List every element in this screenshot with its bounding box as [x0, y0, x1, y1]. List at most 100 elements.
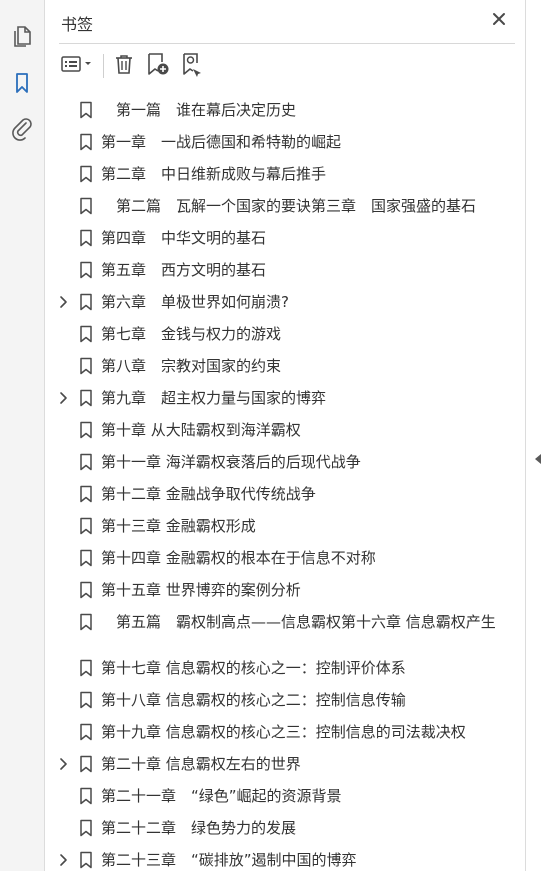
chevron-right-icon[interactable] [57, 294, 69, 310]
chevron-right-icon[interactable] [57, 756, 69, 772]
bookmark-icon [79, 691, 93, 709]
bookmark-label: 第六章 单极世界如何崩溃? [101, 293, 289, 311]
bookmark-label: 第十二章 金融战争取代传统战争 [101, 485, 316, 503]
pages-icon [11, 24, 33, 48]
bookmark-label: 第十一章 海洋霸权衰落后的后现代战争 [101, 453, 361, 471]
bookmark-icon [79, 517, 93, 535]
bookmark-label: 第十九章 信息霸权的核心之三：控制信息的司法裁决权 [101, 723, 466, 741]
toolbar-separator [103, 54, 104, 78]
bookmark-icon [79, 229, 93, 247]
bookmark-icon [79, 787, 93, 805]
bookmark-item[interactable]: 第四章 中华文明的基石 [45, 222, 525, 254]
bookmark-label: 第十五章 世界博弈的案例分析 [101, 581, 301, 599]
bookmark-label: 第七章 金钱与权力的游戏 [101, 325, 282, 343]
bookmark-item[interactable]: 第一章 一战后德国和希特勒的崛起 [45, 126, 525, 158]
bookmark-item[interactable]: 第七章 金钱与权力的游戏 [45, 318, 525, 350]
app-root: 书签 第一篇 谁在幕后决定历史 第一章 一战后德国和希特勒的崛起 第二章 中日维… [0, 0, 548, 871]
bookmark-item[interactable]: 第二章 中日维新成败与幕后推手 [45, 158, 525, 190]
bookmark-item[interactable]: 第一篇 谁在幕后决定历史 [45, 94, 525, 126]
collapse-arrow-icon [533, 450, 543, 469]
bookmark-item[interactable]: 第六章 单极世界如何崩溃? [45, 286, 525, 318]
collapse-panel-button[interactable] [532, 452, 544, 466]
new-bookmark-icon [145, 51, 171, 81]
bookmark-item[interactable]: 第五篇 霸权制高点——信息霸权第十六章 信息霸权产生 [45, 606, 525, 652]
bookmark-label: 第一章 一战后德国和希特勒的崛起 [101, 133, 342, 151]
panel-splitter[interactable] [525, 0, 548, 871]
bookmark-label: 第二十二章 绿色势力的发展 [101, 819, 297, 837]
close-icon [491, 11, 507, 31]
bookmark-item[interactable]: 第十七章 信息霸权的核心之一：控制评价体系 [45, 652, 525, 684]
navigation-rail [0, 0, 45, 871]
bookmark-icon [79, 851, 93, 869]
bookmark-item[interactable]: 第十三章 金融霸权形成 [45, 510, 525, 542]
bookmarks-button[interactable] [8, 69, 36, 97]
find-bookmark-icon [179, 51, 205, 81]
bookmark-label: 第八章 宗教对国家的约束 [101, 357, 282, 375]
bookmark-label: 第五篇 霸权制高点——信息霸权第十六章 信息霸权产生 [101, 613, 496, 631]
bookmark-icon [79, 357, 93, 375]
bookmark-icon [79, 549, 93, 567]
bookmark-icon [79, 133, 93, 151]
attachments-icon [11, 117, 33, 141]
bookmark-item[interactable]: 第十四章 金融霸权的根本在于信息不对称 [45, 542, 525, 574]
bookmark-icon [79, 755, 93, 773]
bookmark-item[interactable]: 第十五章 世界博弈的案例分析 [45, 574, 525, 606]
bookmark-icon [79, 325, 93, 343]
bookmark-icon [79, 101, 93, 119]
bookmark-icon [79, 293, 93, 311]
bookmark-label: 第五章 西方文明的基石 [101, 261, 267, 279]
bookmark-icon [79, 165, 93, 183]
bookmark-item[interactable]: 第五章 西方文明的基石 [45, 254, 525, 286]
bookmark-label: 第十八章 信息霸权的核心之二：控制信息传输 [101, 691, 406, 709]
chevron-right-icon[interactable] [57, 390, 69, 406]
bookmark-label: 第二十三章 “碳排放”遏制中国的博弈 [101, 851, 357, 869]
bookmark-label: 第二章 中日维新成败与幕后推手 [101, 165, 327, 183]
bookmark-label: 第二十一章 “绿色”崛起的资源背景 [101, 787, 342, 805]
header-divider [59, 43, 515, 44]
bookmarks-panel: 书签 第一篇 谁在幕后决定历史 第一章 一战后德国和希特勒的崛起 第二章 中日维… [45, 0, 525, 871]
bookmarks-icon [12, 71, 32, 95]
new-bookmark-button[interactable] [144, 52, 172, 80]
find-current-bookmark-button[interactable] [178, 52, 206, 80]
bookmark-label: 第十三章 金融霸权形成 [101, 517, 256, 535]
bookmark-icon [79, 723, 93, 741]
bookmark-item[interactable]: 第十八章 信息霸权的核心之二：控制信息传输 [45, 684, 525, 716]
bookmark-icon [79, 453, 93, 471]
bookmark-label: 第十七章 信息霸权的核心之一：控制评价体系 [101, 659, 406, 677]
bookmark-icon [79, 261, 93, 279]
bookmark-item[interactable]: 第十九章 信息霸权的核心之三：控制信息的司法裁决权 [45, 716, 525, 748]
bookmark-label: 第一篇 谁在幕后决定历史 [101, 101, 297, 119]
panel-header: 书签 [45, 0, 525, 44]
bookmark-item[interactable]: 第十一章 海洋霸权衰落后的后现代战争 [45, 446, 525, 478]
chevron-right-icon[interactable] [57, 852, 69, 868]
panel-title: 书签 [61, 15, 94, 34]
bookmark-item[interactable]: 第十二章 金融战争取代传统战争 [45, 478, 525, 510]
delete-icon [113, 52, 135, 80]
bookmark-icon [79, 421, 93, 439]
bookmark-icon [79, 659, 93, 677]
bookmark-item[interactable]: 第二篇 瓦解一个国家的要诀第三章 国家强盛的基石 [45, 190, 525, 222]
bookmark-list: 第一篇 谁在幕后决定历史第一章 一战后德国和希特勒的崛起 第二章 中日维新成败与幕… [45, 94, 525, 871]
options-menu-button[interactable] [59, 52, 97, 80]
bookmark-label: 第二篇 瓦解一个国家的要诀第三章 国家强盛的基石 [101, 197, 477, 215]
bookmark-item[interactable]: 第九章 超主权力量与国家的博弈 [45, 382, 525, 414]
delete-bookmark-button[interactable] [111, 52, 137, 80]
bookmark-label: 第四章 中华文明的基石 [101, 229, 267, 247]
bookmark-label: 第十章 从大陆霸权到海洋霸权 [101, 421, 301, 439]
pages-button[interactable] [8, 22, 36, 50]
bookmark-item[interactable]: 第二十章 信息霸权左右的世界 [45, 748, 525, 780]
bookmark-item[interactable]: 第八章 宗教对国家的约束 [45, 350, 525, 382]
bookmark-item[interactable]: 第十章 从大陆霸权到海洋霸权 [45, 414, 525, 446]
bookmark-label: 第二十章 信息霸权左右的世界 [101, 755, 301, 773]
bookmark-item[interactable]: 第二十二章 绿色势力的发展 [45, 812, 525, 844]
bookmark-icon [79, 613, 93, 631]
bookmarks-toolbar [45, 48, 525, 84]
bookmark-icon [79, 581, 93, 599]
attachments-button[interactable] [8, 115, 36, 143]
bookmark-item[interactable]: 第二十三章 “碳排放”遏制中国的博弈 [45, 844, 525, 871]
bookmark-label: 第十四章 金融霸权的根本在于信息不对称 [101, 549, 376, 567]
bookmark-icon [79, 389, 93, 407]
bookmark-label: 第九章 超主权力量与国家的博弈 [101, 389, 327, 407]
close-panel-button[interactable] [488, 10, 510, 32]
bookmark-item[interactable]: 第二十一章 “绿色”崛起的资源背景 [45, 780, 525, 812]
